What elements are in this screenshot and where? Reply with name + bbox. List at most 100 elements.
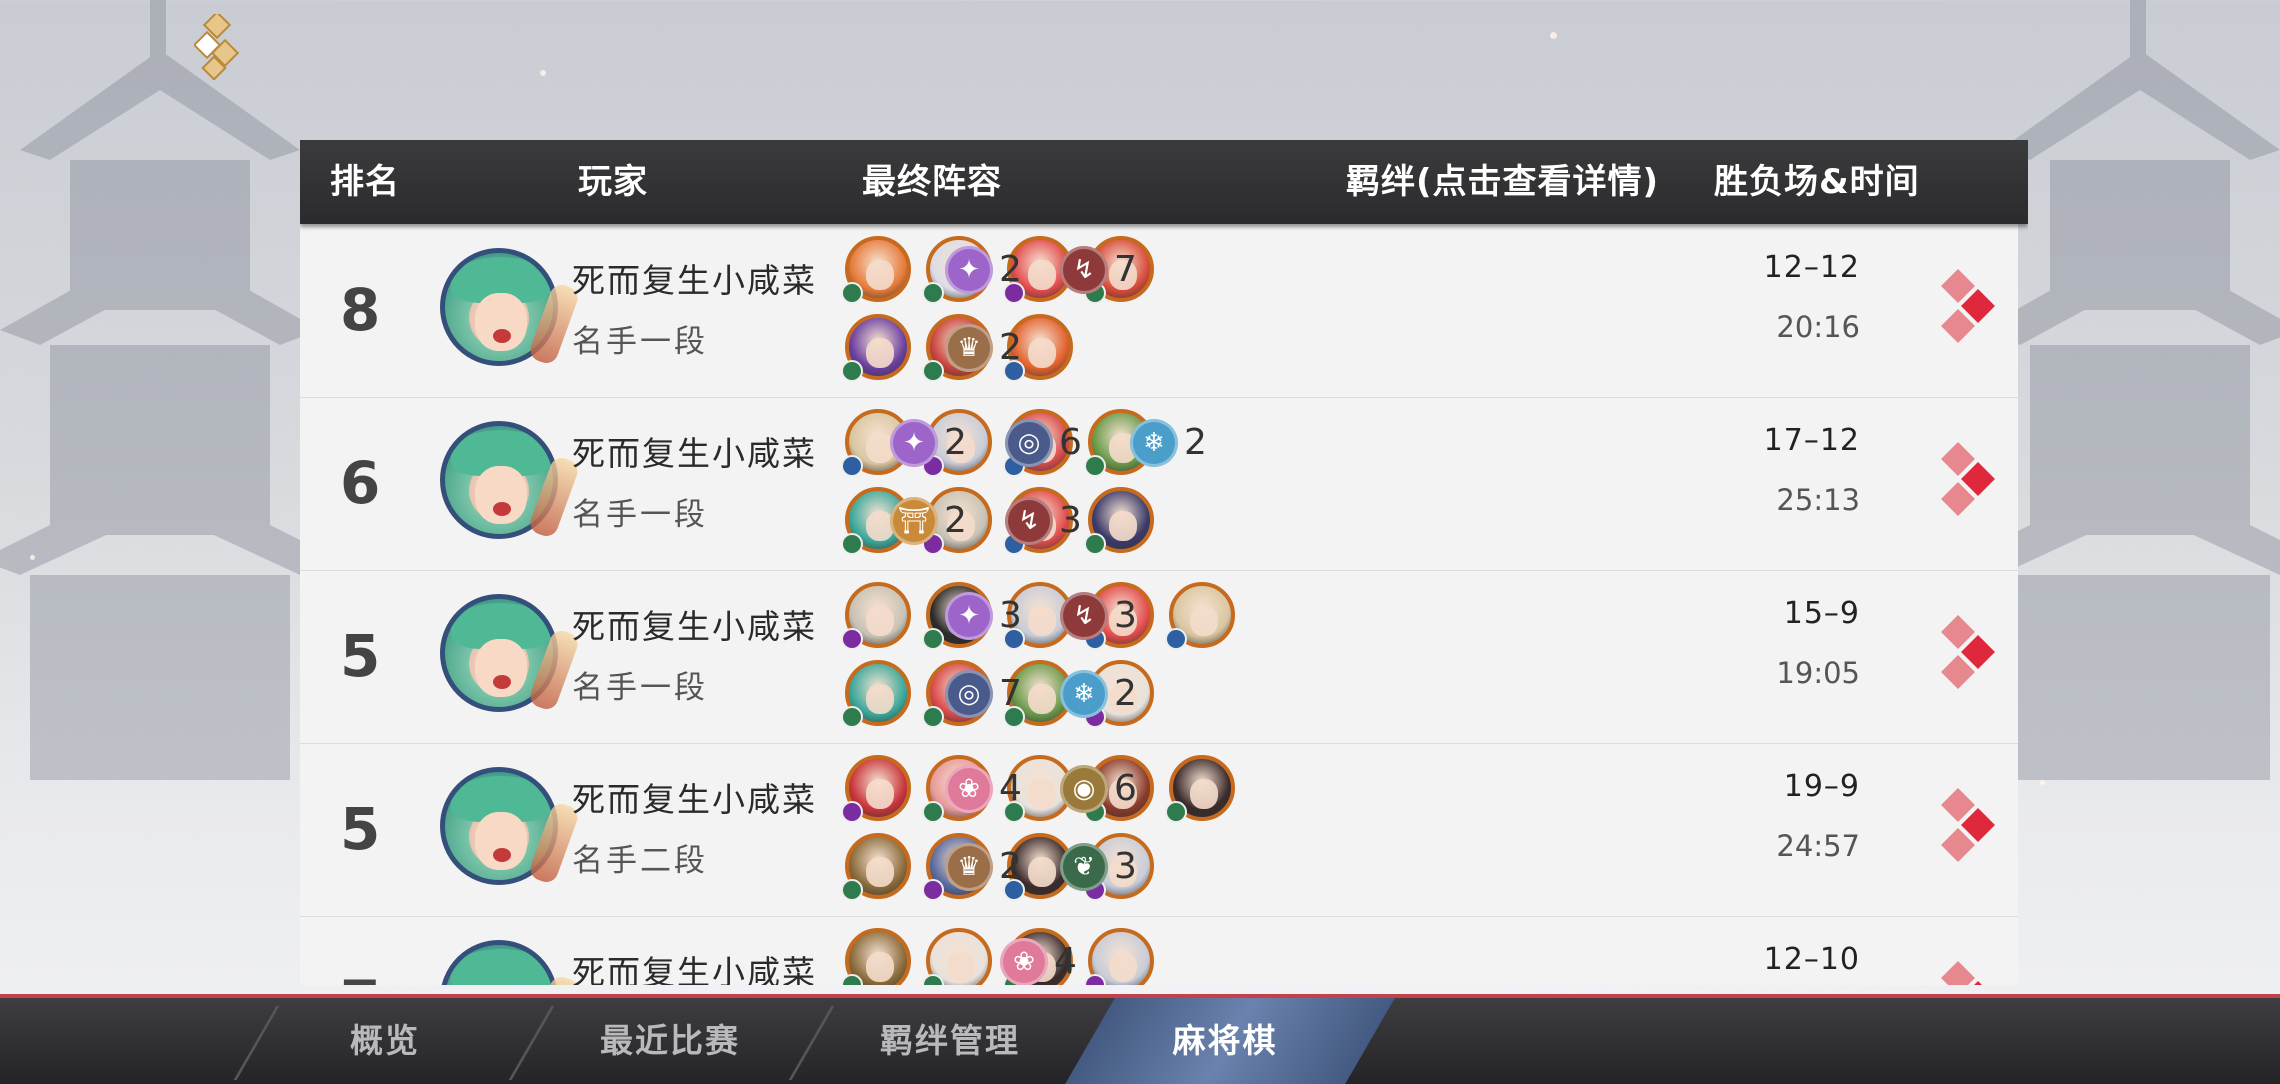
win-loss-record: 12–12 [1763,250,1860,285]
snow-particle [540,70,546,76]
player-name: 死而复生小咸菜 [572,953,817,985]
snow-particle [2040,780,2045,785]
bottom-tab-bar: 概览 最近比赛 羁绊管理 麻将棋 [0,994,2280,1084]
rank-value: 7 [340,916,380,985]
claw-icon: ↯ [1060,592,1108,640]
hero-star-badge-icon [922,360,944,382]
hero-star-badge-icon [1084,455,1106,477]
paw-icon: ❀ [1000,938,1048,985]
bond-count: 2 [999,327,1022,368]
bond-count: 6 [1059,422,1082,463]
bond-count: 2 [1114,673,1137,714]
table-row: 5 死而复生小咸菜 名手一段 ✦ 3 ↯ 3 ◎ 7 ❄ 2 15–9 19:05 [300,570,2018,744]
player-tier: 名手一段 [572,670,708,706]
bond-count: 3 [1114,595,1137,636]
match-duration: 24:57 [1776,829,1860,863]
hero-star-badge-icon [841,533,863,555]
tab-separator [508,1006,555,1080]
hero-star-badge-icon [922,282,944,304]
swirl-icon: ◎ [1005,419,1053,467]
tab-mahjong[interactable]: 麻将棋 [1135,998,1315,1084]
bond-count: 3 [1059,500,1082,541]
hero-star-badge-icon [922,628,944,650]
hero-star-badge-icon [841,879,863,901]
match-detail-button[interactable] [1940,961,2000,985]
rank-value: 6 [340,449,381,517]
player-tier: 名手一段 [572,324,708,360]
flame-icon: ✦ [945,246,993,294]
header-bonds[interactable]: 羁绊(点击查看详情) [1346,140,1659,224]
tab-overview[interactable]: 概览 [300,998,470,1084]
player-name: 死而复生小咸菜 [572,434,817,473]
match-detail-button[interactable] [1940,442,2000,523]
win-loss-record: 12–10 [1763,942,1860,977]
hero-star-badge-icon [922,801,944,823]
bond-count: 7 [999,673,1022,714]
win-loss-record: 15–9 [1783,596,1860,631]
bond-count: 2 [944,500,967,541]
snow-particle [30,555,35,560]
bond-count: 2 [999,249,1022,290]
hero-star-badge-icon [841,801,863,823]
match-duration: 25:13 [1776,483,1860,517]
hero-star-badge-icon [1084,533,1106,555]
rank-value: 5 [340,622,381,690]
hero-star-badge-icon [841,455,863,477]
bond-count: 4 [1054,941,1077,982]
player-name: 死而复生小咸菜 [572,261,817,300]
torii-icon: ⛩ [890,497,938,545]
match-detail-button[interactable] [1940,788,2000,869]
hero-star-badge-icon [841,628,863,650]
hero-star-badge-icon [922,706,944,728]
player-name: 死而复生小咸菜 [572,780,817,819]
bond-count: 3 [1114,846,1137,887]
table-row: 6 死而复生小咸菜 名手一段 ✦ 2 ◎ 6 ❄ 2 ⛩ 2 ↯ 3 17–12 25:13 [300,397,2018,571]
hero-star-badge-icon [922,879,944,901]
tab-separator [788,1006,835,1080]
hero-star-badge-icon [1165,628,1187,650]
match-duration: 19:05 [1776,656,1860,690]
paw-icon: ❀ [945,765,993,813]
tab-separator [233,1006,280,1080]
header-lineup: 最终阵容 [862,162,1002,202]
win-loss-record: 17–12 [1763,423,1860,458]
claw-icon: ↯ [1060,246,1108,294]
bond-count: 3 [999,595,1022,636]
header-result: 胜负场&时间 [1714,162,1920,202]
leaf-icon: ❦ [1060,843,1108,891]
snow-particle [1550,32,1557,39]
match-duration: 20:16 [1776,310,1860,344]
win-loss-record: 19–9 [1783,769,1860,804]
bond-count: 6 [1114,768,1137,809]
bell-icon: ◉ [1060,765,1108,813]
rank-value: 5 [340,795,381,863]
player-name: 死而复生小咸菜 [572,607,817,646]
bond-count: 2 [944,422,967,463]
hero-star-badge-icon [841,706,863,728]
header-player: 玩家 [578,162,648,202]
bond-count: 2 [1184,422,1207,463]
snowflake-icon: ❄ [1060,670,1108,718]
diamond-icon [1941,961,1975,985]
table-body: 8 死而复生小咸菜 名手一段 ✦ 2 ↯ 7 ♛ 2 12–12 20:16 6 死而复生小咸菜 名手一段… [300,224,2018,985]
rank-value: 8 [340,276,381,344]
tab-recent-matches[interactable]: 最近比赛 [565,998,775,1084]
table-row: 5 死而复生小咸菜 名手二段 ❀ 4 ◉ 6 ♛ 2 ❦ 3 19–9 24:57 [300,743,2018,917]
match-history-table: 排名 玩家 最终阵容 羁绊(点击查看详情) 胜负场&时间 8 死而复生小咸菜 名手一… [300,140,2028,985]
samurai-icon: ♛ [945,843,993,891]
temple-silhouette-left [0,0,340,780]
bond-count: 7 [1114,249,1137,290]
match-detail-button[interactable] [1940,269,2000,350]
samurai-icon: ♛ [945,324,993,372]
tab-bond-management[interactable]: 羁绊管理 [845,998,1055,1084]
hero-star-badge-icon [841,360,863,382]
match-detail-button[interactable] [1940,615,2000,696]
snowflake-icon: ❄ [1130,419,1178,467]
flame-icon: ✦ [945,592,993,640]
swirl-icon: ◎ [945,670,993,718]
player-avatar[interactable] [440,940,558,985]
table-row: 7死而复生小咸菜名手二段❀412–10 [300,916,2018,985]
bond-count: 4 [999,768,1022,809]
hero-star-badge-icon [841,282,863,304]
table-header: 排名 玩家 最终阵容 羁绊(点击查看详情) 胜负场&时间 [300,140,2028,224]
